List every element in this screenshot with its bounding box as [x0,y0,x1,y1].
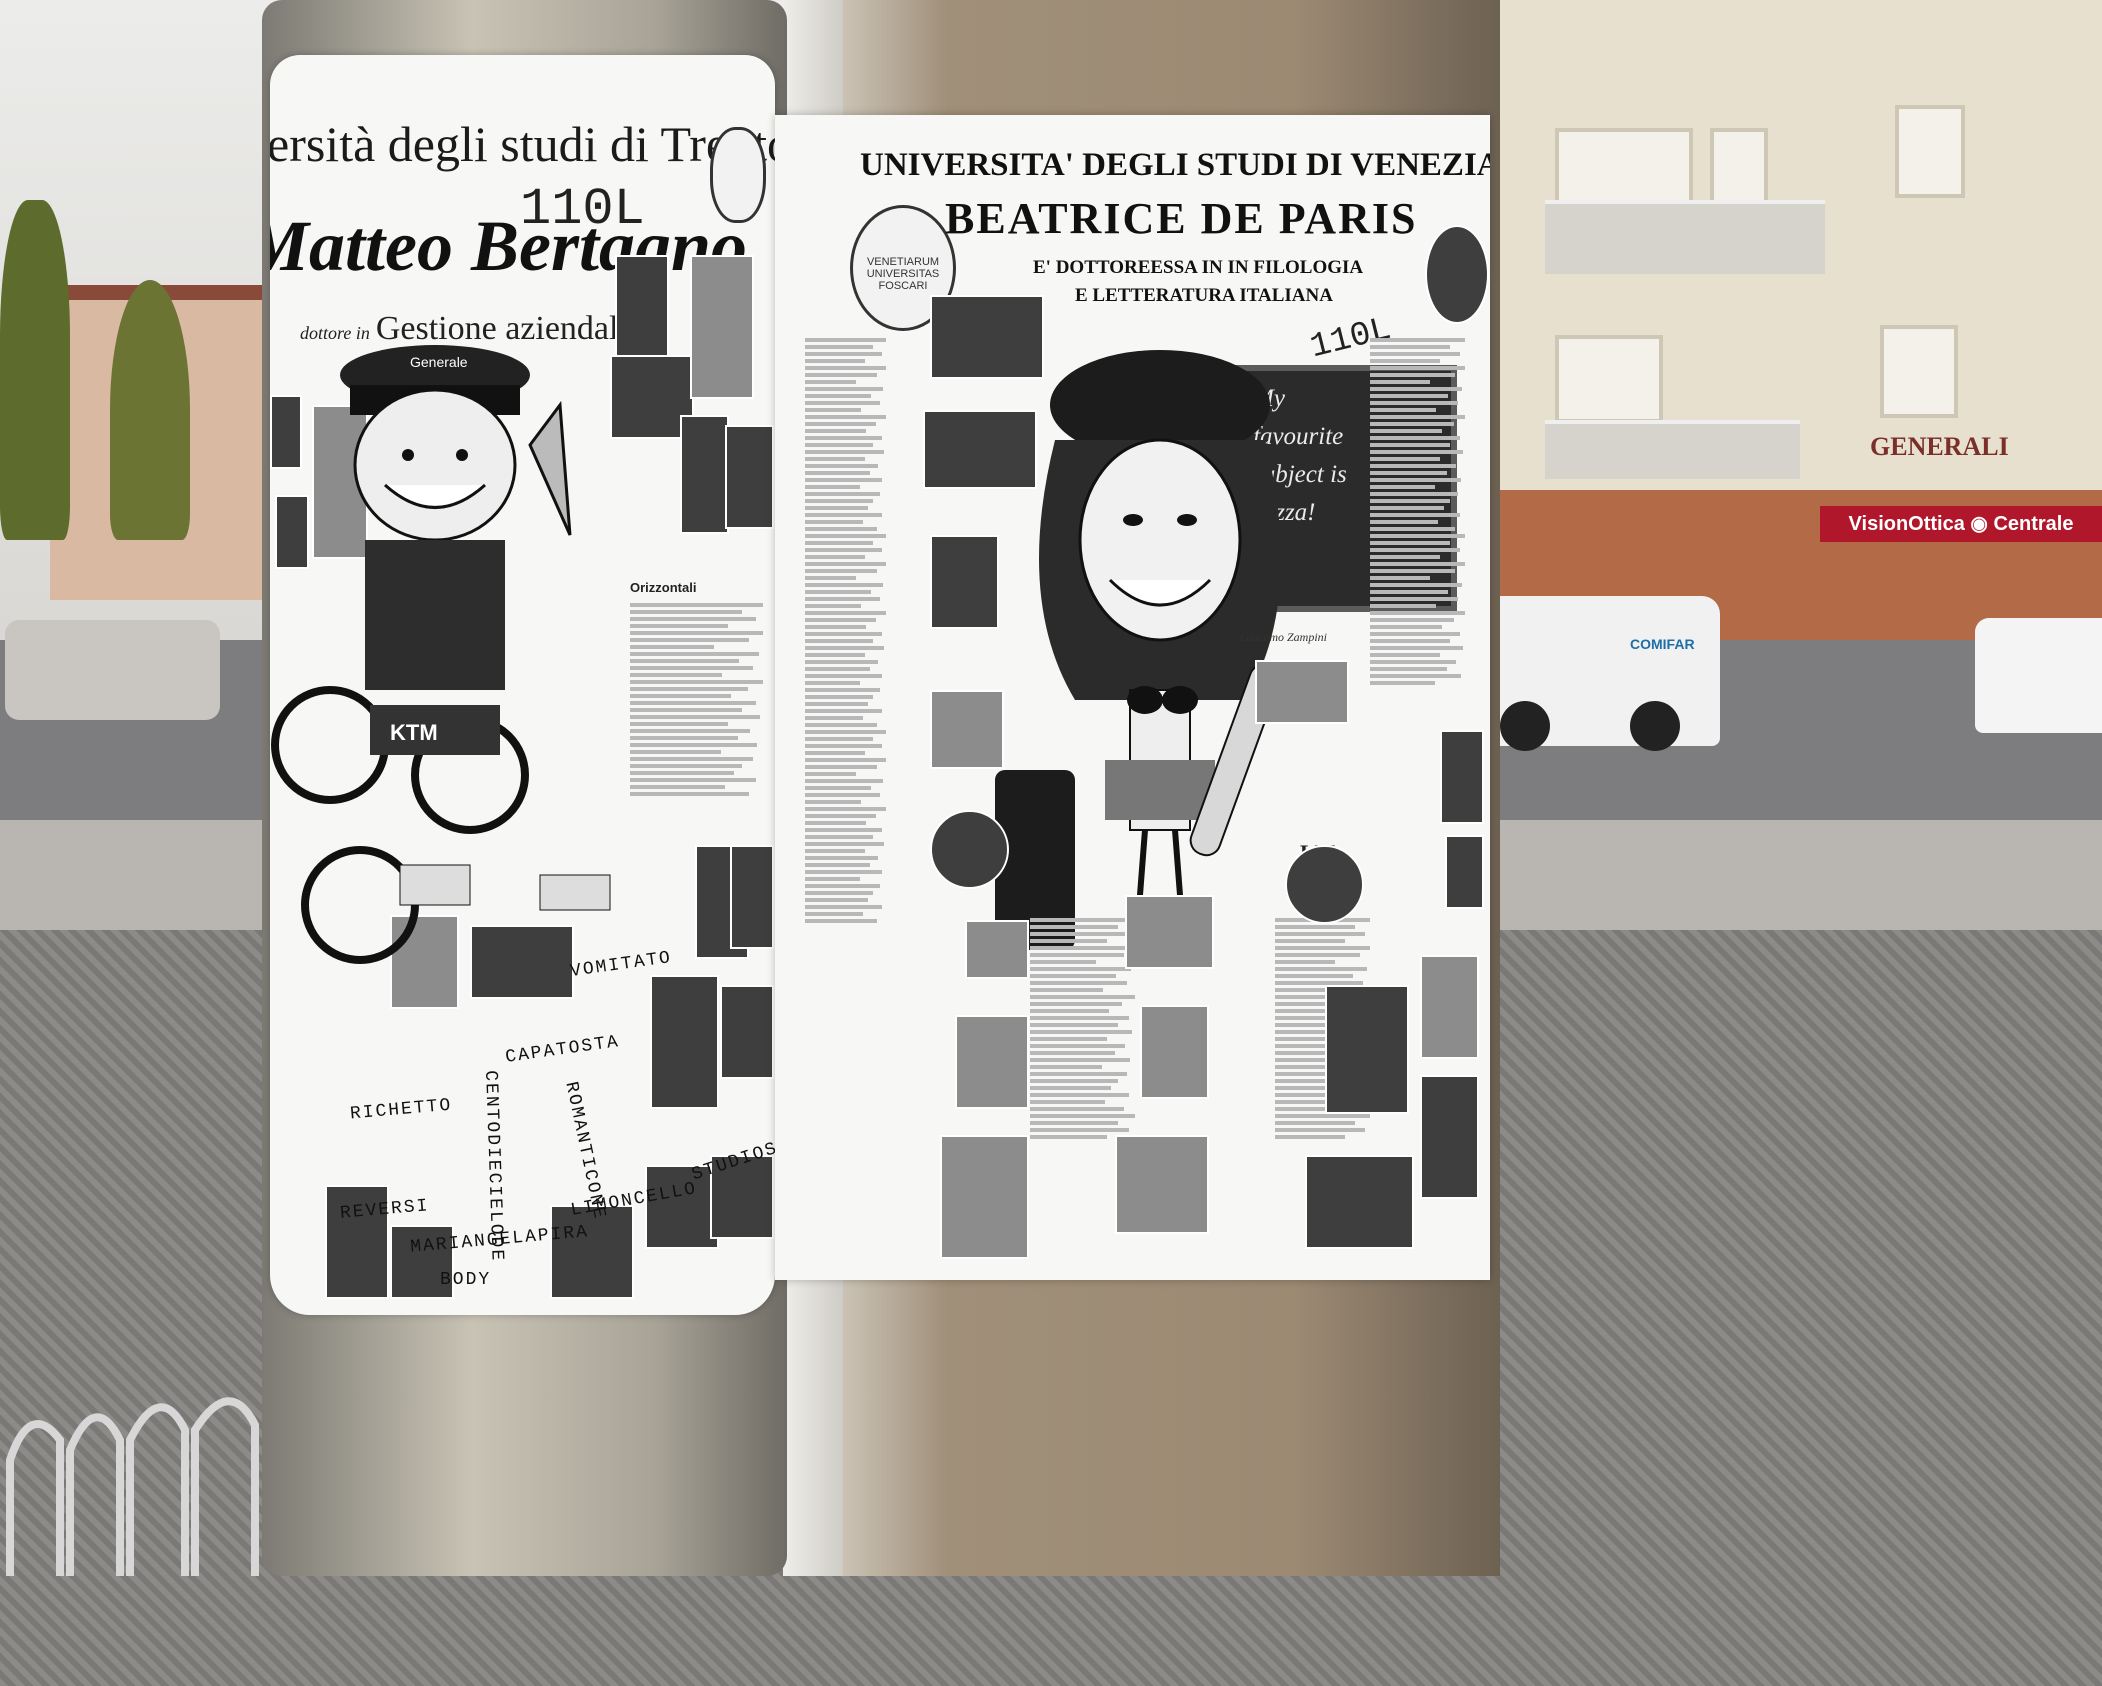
degree-line2: E LETTERATURA ITALIANA [1075,285,1333,306]
degree-name: Gestione aziendale [375,310,634,347]
photo-collage [1115,1135,1209,1234]
crossword-word: VOMITATO [569,947,674,983]
text-column [805,335,890,1195]
bike-rack [6,1397,259,1576]
degree-prefix: dottore in [300,323,370,343]
photo [1445,835,1484,909]
crossword-word: ROMANTICONE [560,1080,610,1222]
tree [110,280,190,540]
crossword-word: REVERSI [339,1196,431,1224]
photo [1420,1075,1479,1199]
seal-text: VENETIARUM UNIVERSITAS FOSCARI [866,256,940,292]
vision-ottica-sign: VisionOttica ◉ Centrale [1820,506,2102,542]
eiffel-tower-photo [940,1135,1029,1259]
white-van: COMIFAR [1480,596,1720,751]
photo [965,920,1029,979]
van-brand: COMIFAR [1630,636,1695,652]
photo [680,415,729,534]
graduate-name: BEATRICE DE PARIS [945,194,1418,243]
photo [1285,845,1364,924]
parked-car [1975,618,2102,733]
crossword-clues [630,600,770,850]
crossword-word: RICHETTO [349,1095,454,1125]
photo [1125,895,1214,969]
photo [1325,985,1409,1114]
photo [730,845,774,949]
photo [930,810,1009,889]
poster-trento: ersità degli studi di Trento 110L Matteo… [270,55,775,1315]
poster-venezia: UNIVERSITA' DEGLI STUDI DI VENEZIA VENET… [775,115,1490,1280]
window [1880,325,1958,418]
degree: dottore in Gestione aziendale [300,310,634,348]
graduate-name: Matteo Bertagno [270,206,748,286]
photo [1420,955,1479,1059]
university-title: UNIVERSITA' DEGLI STUDI DI VENEZIA [860,147,1490,183]
crossword-word: CAPATOSTA [504,1032,622,1068]
tree [0,200,70,540]
wheel [1500,701,1550,751]
photo [690,255,754,399]
photo [1140,1005,1209,1099]
window [1555,128,1693,206]
crossword-word: BODY [440,1270,492,1290]
books-illustration [1255,660,1349,724]
university-title: ersità degli studi di Trento [270,116,775,172]
photo [923,410,1037,489]
balcony [1545,420,1800,479]
photo [1440,730,1484,824]
crossword-heading: Orizzontali [630,580,697,595]
cap-label: Generale [410,354,468,370]
photo [955,1015,1029,1109]
balcony [1545,200,1825,274]
generali-sign: GENERALI [1870,432,2009,461]
photo [930,535,999,629]
caricature-graduate-in-cap: Generale KTM [271,345,611,964]
photo [930,295,1044,379]
photo [930,690,1004,769]
photo [1305,1155,1414,1249]
bike-brand: KTM [390,720,438,745]
window [1710,128,1768,206]
crossword: VOMITATO CAPATOSTA RICHETTO LIMONCELLO S… [300,947,775,1300]
photo [725,425,774,529]
photo [1425,225,1489,324]
wheel [1630,701,1680,751]
parked-car [5,620,220,720]
artist-signature: Giacomo Zampini [1240,630,1327,644]
degree-line1: E' DOTTOREESSA IN IN FILOLOGIA [1033,257,1364,278]
window [1555,335,1663,423]
window [1895,105,1965,198]
